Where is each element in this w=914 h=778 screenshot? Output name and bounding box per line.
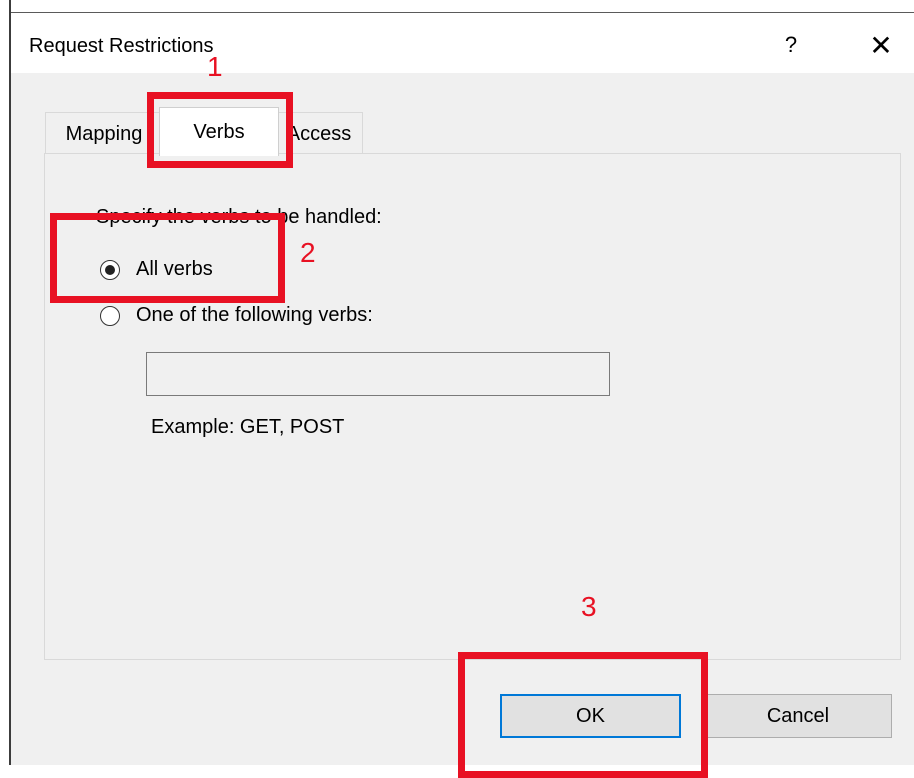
verbs-input[interactable]: [146, 352, 610, 396]
background-window-edge: [0, 0, 914, 14]
tab-label: Mapping: [65, 122, 143, 145]
annotation-box-ok-button: [458, 652, 708, 778]
title-bar[interactable]: Request Restrictions ? ✕: [11, 13, 914, 73]
annotation-box-all-verbs: [50, 213, 285, 303]
annotation-number-2: 2: [300, 237, 316, 268]
specific-verbs-radio[interactable]: One of the following verbs:: [100, 304, 373, 327]
help-button[interactable]: ?: [769, 25, 813, 65]
dialog-title: Request Restrictions: [29, 35, 214, 57]
request-restrictions-dialog: Request Restrictions ? ✕ Mapping Verbs A…: [11, 13, 914, 778]
close-icon[interactable]: ✕: [859, 25, 903, 65]
example-hint: Example: GET, POST: [151, 416, 345, 438]
tab-verbs[interactable]: Verbs: [159, 107, 279, 156]
annotation-number-1: 1: [207, 51, 223, 82]
tab-mapping[interactable]: Mapping: [45, 112, 163, 155]
tab-label: Access: [286, 122, 352, 145]
tab-label: Verbs: [193, 120, 245, 143]
annotation-number-3: 3: [581, 591, 597, 622]
radio-label: One of the following verbs:: [136, 304, 373, 326]
radio-unchecked-icon[interactable]: [100, 305, 120, 326]
cancel-button[interactable]: Cancel: [704, 694, 892, 738]
background-window-left-edge: [0, 0, 11, 765]
